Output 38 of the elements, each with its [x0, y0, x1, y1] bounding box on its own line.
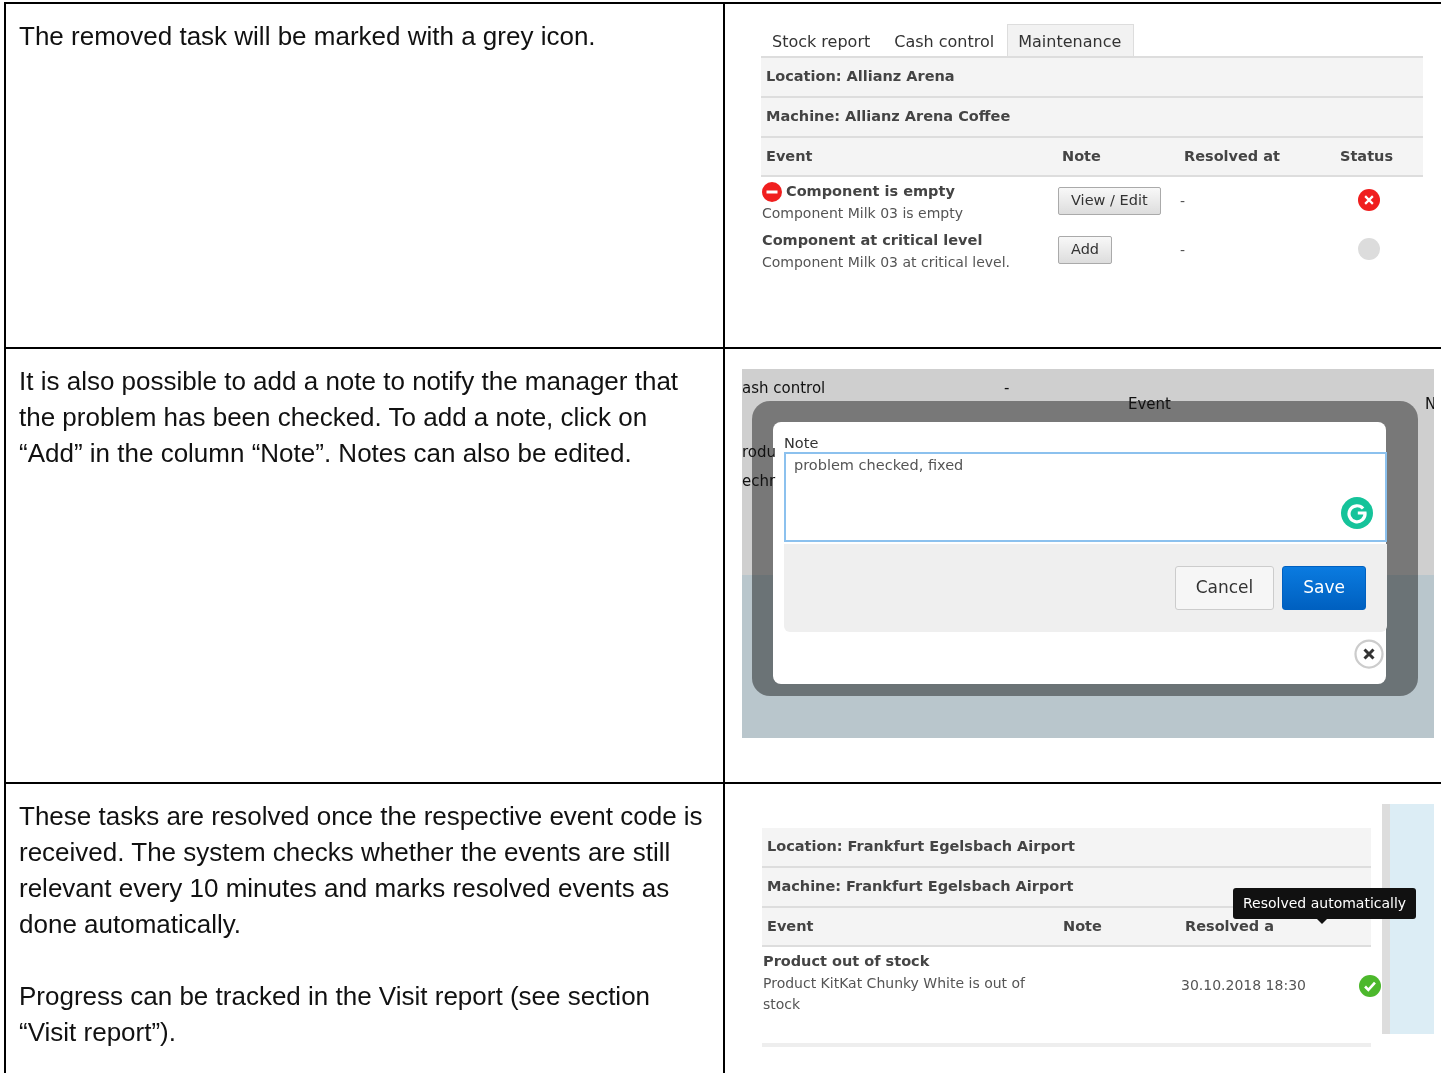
tooltip: Resolved automatically: [1233, 888, 1417, 919]
column-header: Note: [1062, 146, 1102, 166]
background-text: N: [1425, 394, 1434, 415]
paragraph: These tasks are resolved once the respective event code is received. The system checks whether the events are still relevant every 10 minutes and marks resolved events as done automatically.: [19, 800, 704, 941]
machine-row: Machine: Allianz Arena Coffee: [761, 97, 1423, 138]
close-icon[interactable]: [1354, 639, 1384, 669]
column-header: Event: [766, 146, 814, 166]
save-button[interactable]: Save: [1282, 566, 1366, 610]
column-header: Note: [1063, 916, 1103, 936]
tab[interactable]: Stock report: [761, 24, 884, 56]
event-description: Component Milk 03 at critical level.: [762, 252, 1011, 272]
note-field[interactable]: problem checked, fixed: [784, 452, 1387, 542]
cancel-button[interactable]: Cancel: [1174, 566, 1275, 610]
background-text: ash control: [742, 378, 826, 399]
event-title: Component at critical level: [762, 231, 983, 250]
event-title: Product out of stock: [763, 952, 930, 972]
event-description: Product KitKat Chunky White is out of stock: [763, 974, 1027, 1014]
location-row: Location: Frankfurt Egelsbach Airport: [762, 828, 1371, 868]
paragraph: Progress can be tracked in the Visit report (see section “Visit report”).: [19, 980, 652, 1049]
event-description: Component Milk 03 is empty: [762, 204, 964, 223]
column-header: Resolved at: [1184, 146, 1281, 166]
note-button[interactable]: Add: [1058, 236, 1113, 264]
note-button[interactable]: View / Edit: [1058, 187, 1161, 215]
resolved-time: -: [1180, 242, 1186, 258]
background-text: -: [1004, 378, 1010, 399]
column-header: Status: [1340, 146, 1395, 166]
paragraph: It is also possible to add a note to notify the manager that the problem has been checked. To add a note, click on “Add” in the column “Note”. Notes can also be edited.: [19, 365, 680, 470]
resolved-time: -: [1180, 193, 1186, 210]
event-title: Component is empty: [786, 182, 955, 202]
location-row: Location: Allianz Arena: [761, 58, 1423, 98]
column-header: Event: [767, 916, 815, 936]
resolved-time: 30.10.2018 18:30: [1181, 977, 1306, 994]
tab[interactable]: Cash control: [883, 24, 1008, 56]
tab[interactable]: Maintenance: [1007, 24, 1135, 56]
paragraph: The removed task will be marked with a grey icon.: [19, 20, 597, 53]
field-label: Note: [784, 434, 819, 453]
column-header: Resolved a: [1185, 916, 1276, 936]
background-text: Event: [1128, 394, 1171, 415]
